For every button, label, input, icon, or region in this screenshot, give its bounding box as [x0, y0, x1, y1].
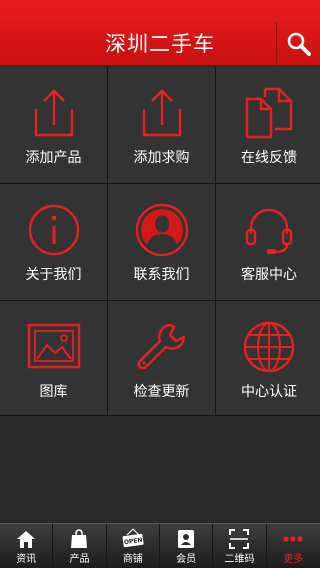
tab-label: 二维码 — [224, 554, 255, 565]
tab-label: 资讯 — [16, 554, 37, 565]
tab-label: 商铺 — [122, 554, 143, 565]
person-icon — [135, 203, 188, 257]
wrench-icon — [137, 323, 185, 370]
tab-shops[interactable]: OPEN 商铺 — [107, 524, 160, 568]
menu-item-feedback[interactable]: 在线反馈 — [216, 67, 320, 183]
share-upload-icon — [34, 89, 73, 137]
menu-item-contact[interactable]: 联系我们 — [108, 184, 215, 300]
bottom-tab-bar: 资讯 产品 OPEN 商铺 会员 二维码 更多 — [0, 523, 320, 568]
tab-members[interactable]: 会员 — [160, 524, 214, 568]
globe-icon — [243, 321, 295, 373]
more-dots-icon — [283, 536, 303, 542]
menu-item-about[interactable]: 关于我们 — [0, 184, 107, 300]
menu-grid: 添加产品 添加求购 在线反馈 关于我们 联系我们 客服中心 图库 检查更新 中心… — [0, 67, 320, 417]
menu-item-add-request[interactable]: 添加求购 — [108, 67, 215, 183]
menu-item-add-product[interactable]: 添加产品 — [0, 67, 107, 183]
page-title: 深圳二手车 — [105, 32, 215, 56]
tab-qrcode[interactable]: 二维码 — [213, 524, 267, 568]
menu-item-check-update[interactable]: 检查更新 — [108, 301, 215, 417]
menu-item-label: 在线反馈 — [241, 150, 297, 166]
menu-item-label: 添加求购 — [133, 150, 190, 166]
menu-item-label: 中心认证 — [241, 384, 297, 400]
picture-icon — [27, 323, 80, 369]
menu-item-label: 联系我们 — [133, 267, 190, 283]
open-sign-icon: OPEN — [122, 528, 144, 548]
share-upload-icon — [142, 89, 181, 137]
documents-icon — [245, 87, 293, 139]
qr-scan-icon — [229, 529, 250, 549]
menu-item-label: 检查更新 — [133, 384, 190, 400]
headset-icon — [245, 208, 293, 254]
menu-item-gallery[interactable]: 图库 — [0, 301, 107, 417]
app-header: 深圳二手车 — [0, 0, 320, 66]
menu-item-label: 关于我们 — [25, 267, 82, 283]
menu-item-label: 添加产品 — [25, 150, 82, 166]
member-card-icon — [178, 530, 195, 548]
menu-item-label: 图库 — [39, 384, 68, 400]
bag-icon — [71, 529, 88, 548]
tab-news[interactable]: 资讯 — [0, 524, 54, 568]
tab-label: 会员 — [176, 554, 197, 565]
search-icon — [287, 32, 311, 56]
menu-item-certification[interactable]: 中心认证 — [216, 301, 320, 417]
tab-products[interactable]: 产品 — [53, 524, 107, 568]
content-background — [0, 415, 320, 523]
search-button[interactable] — [276, 22, 320, 66]
tab-more[interactable]: 更多 — [267, 524, 320, 568]
menu-item-label: 客服中心 — [241, 267, 297, 283]
menu-item-service[interactable]: 客服中心 — [216, 184, 320, 300]
tab-label: 更多 — [283, 554, 304, 565]
home-icon — [17, 531, 36, 548]
info-icon — [28, 204, 79, 256]
tab-label: 产品 — [69, 554, 90, 565]
